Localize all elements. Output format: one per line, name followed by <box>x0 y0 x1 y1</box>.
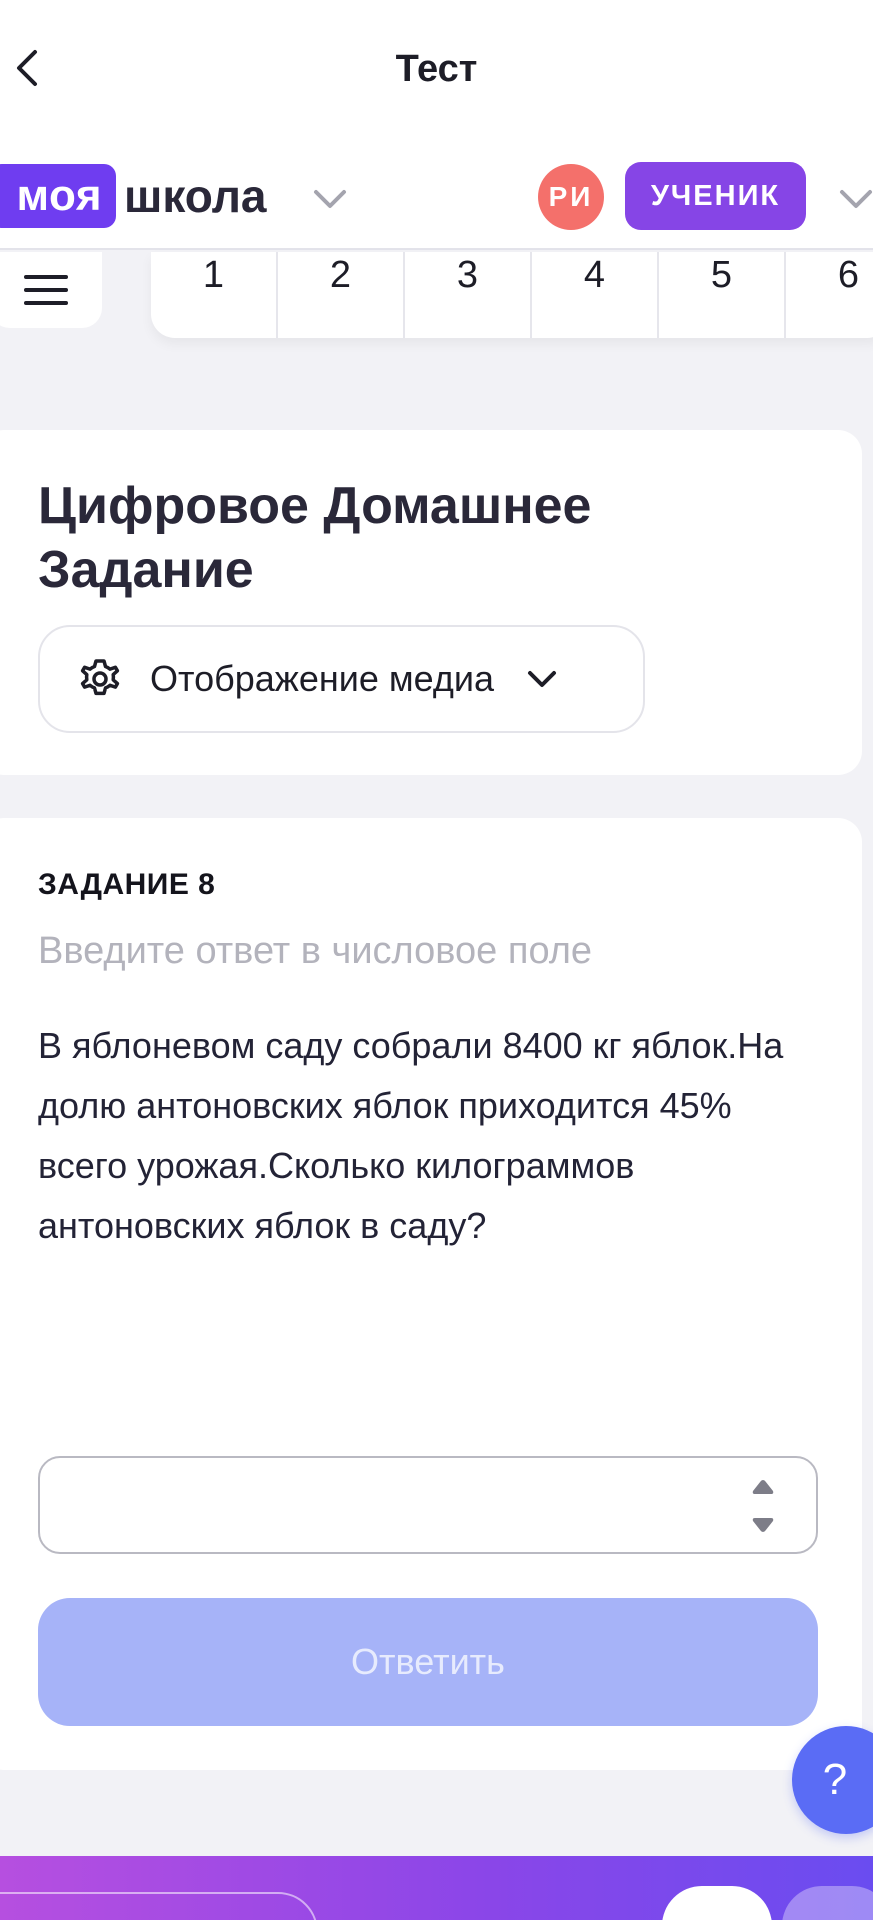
school-chevron-down-icon[interactable] <box>310 184 350 214</box>
answer-field <box>38 1456 818 1554</box>
task-card: ЗАДАНИЕ 8 Введите ответ в числовое поле … <box>0 818 862 1770</box>
avatar[interactable]: РИ <box>538 164 604 230</box>
question-number-1[interactable]: 1 <box>151 252 278 338</box>
stepper-down-icon[interactable] <box>750 1516 776 1534</box>
bottom-pill-white[interactable] <box>662 1886 772 1920</box>
question-number-6[interactable]: 6 <box>786 252 873 338</box>
chevron-down-icon <box>528 671 557 687</box>
answer-input[interactable] <box>40 1458 816 1552</box>
question-number-5[interactable]: 5 <box>659 252 786 338</box>
gear-icon <box>80 659 120 696</box>
task-label: ЗАДАНИЕ 8 <box>38 868 216 901</box>
bottom-pill-light[interactable] <box>782 1886 873 1920</box>
media-display-label: Отображение медиа <box>150 658 495 699</box>
homework-title: Цифровое Домашнее Задание <box>38 477 592 599</box>
role-badge[interactable]: УЧЕНИК <box>625 162 806 230</box>
menu-button[interactable] <box>0 252 102 328</box>
submit-answer-button[interactable]: Ответить <box>38 1598 818 1726</box>
logo-shkola: школа <box>124 170 267 222</box>
page-title: Тест <box>395 48 478 90</box>
media-display-dropdown[interactable]: Отображение медиа <box>38 625 645 733</box>
role-chevron-down-icon[interactable] <box>836 184 873 214</box>
bottom-bar <box>0 1856 873 1920</box>
bottom-pill-left[interactable] <box>0 1892 318 1920</box>
task-hint: Введите ответ в числовое поле <box>38 930 593 972</box>
question-number-2[interactable]: 2 <box>278 252 405 338</box>
task-text: В яблоневом саду собрали 8400 кг яблок.Н… <box>38 1025 784 1246</box>
hamburger-icon <box>24 275 68 305</box>
question-number-4[interactable]: 4 <box>532 252 659 338</box>
homework-header-card: Цифровое Домашнее Задание Отображение ме… <box>0 430 862 775</box>
top-bar: Тест <box>0 0 873 140</box>
number-stepper[interactable] <box>748 1478 778 1534</box>
school-header: моя школа РИ УЧЕНИК <box>0 140 873 250</box>
stepper-up-icon[interactable] <box>750 1478 776 1496</box>
logo-moya: моя <box>0 164 116 228</box>
question-number-strip: 1 2 3 4 5 6 <box>151 252 873 338</box>
question-number-3[interactable]: 3 <box>405 252 532 338</box>
